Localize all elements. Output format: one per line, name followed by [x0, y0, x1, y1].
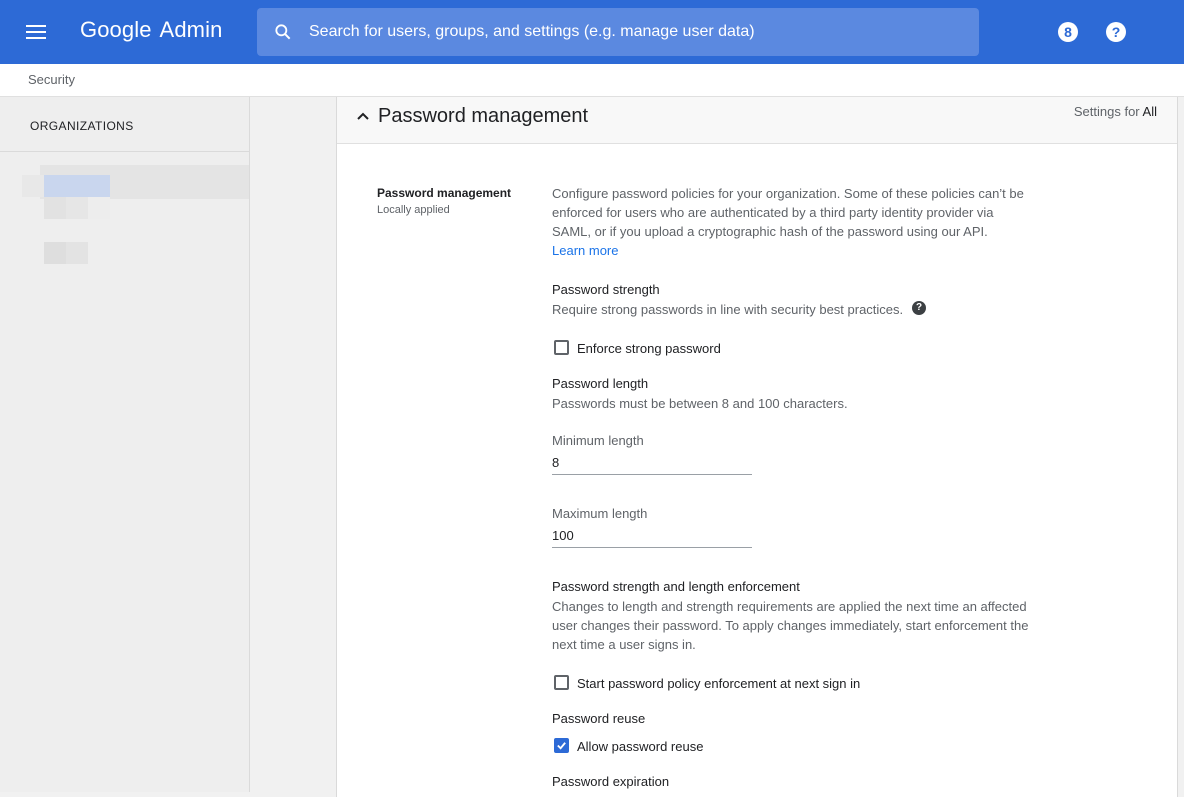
breadcrumb-security[interactable]: Security	[28, 72, 75, 87]
org-tree-blurred	[66, 242, 88, 264]
brand-product-text: Admin	[159, 17, 223, 42]
org-tree-blurred	[44, 242, 66, 264]
org-tree-blurred	[66, 197, 88, 219]
card-header[interactable]: Password management Settings for All	[337, 97, 1177, 144]
main-menu-icon[interactable]	[16, 16, 56, 48]
settings-for: Settings for All	[1074, 104, 1157, 119]
enforcement-heading: Password strength and length enforcement	[552, 579, 800, 594]
breadcrumb: Security	[0, 64, 1184, 97]
learn-more-link[interactable]: Learn more	[552, 243, 618, 258]
organizations-title: ORGANIZATIONS	[30, 119, 134, 133]
start-enforcement-label[interactable]: Start password policy enforcement at nex…	[577, 676, 860, 691]
org-tree-blurred	[44, 175, 110, 197]
section-label: Password management	[377, 186, 512, 200]
section-status: Locally applied	[377, 204, 450, 216]
maximum-length-field[interactable]	[552, 524, 752, 548]
search-icon	[275, 24, 291, 40]
card-title: Password management	[378, 105, 589, 127]
start-enforcement-checkbox[interactable]	[554, 675, 569, 690]
enforce-strong-password-checkbox[interactable]	[554, 340, 569, 355]
enforce-strong-password-label[interactable]: Enforce strong password	[577, 341, 721, 356]
organizations-panel: ORGANIZATIONS	[0, 97, 250, 792]
search-input[interactable]	[309, 20, 959, 44]
search-bar[interactable]	[257, 8, 979, 56]
brand-google-text: Google	[80, 17, 152, 42]
allow-password-reuse-checkbox[interactable]	[554, 738, 569, 753]
password-expiration-heading: Password expiration	[552, 774, 670, 789]
maximum-length-label: Maximum length	[552, 506, 648, 521]
section-description: Configure password policies for your org…	[552, 186, 1024, 239]
product-logo[interactable]: Google Admin	[80, 17, 222, 43]
org-tree-blurred	[44, 197, 66, 219]
password-management-card: Password management Settings for All Pas…	[336, 97, 1178, 797]
divider	[0, 151, 249, 152]
password-strength-heading: Password strength	[552, 282, 660, 297]
allow-password-reuse-label[interactable]: Allow password reuse	[577, 739, 703, 754]
top-app-bar: Google Admin 8 ?	[0, 0, 1184, 64]
checkmark-icon	[557, 742, 566, 750]
minimum-length-label: Minimum length	[552, 433, 644, 448]
support-icon[interactable]: 8	[1058, 22, 1078, 42]
password-length-description: Passwords must be between 8 and 100 char…	[552, 396, 848, 411]
settings-for-value: All	[1142, 104, 1157, 119]
password-reuse-heading: Password reuse	[552, 711, 646, 726]
help-circle-icon[interactable]: ?	[912, 301, 926, 315]
password-length-heading: Password length	[552, 376, 649, 391]
help-icon[interactable]: ?	[1106, 22, 1126, 42]
password-strength-description: Require strong passwords in line with se…	[552, 302, 904, 317]
enforcement-description: Changes to length and strength requireme…	[552, 599, 1029, 652]
settings-for-label: Settings for	[1073, 104, 1140, 119]
org-tree-blurred	[22, 175, 44, 197]
org-tree-blurred	[88, 197, 110, 219]
chevron-up-icon[interactable]	[355, 108, 371, 124]
minimum-length-field[interactable]	[552, 451, 752, 475]
